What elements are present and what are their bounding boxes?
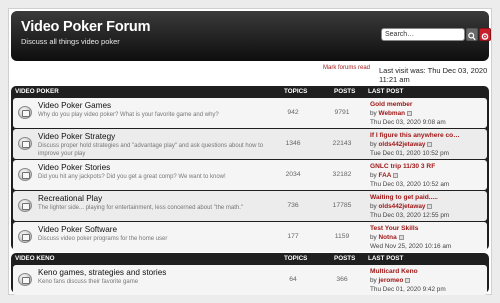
forum-description: Keno fans discuss their favorite game xyxy=(38,279,139,285)
last-post-date: Thu Dec 03, 2020 10:52 am xyxy=(370,181,450,188)
column-last-post: LAST POST xyxy=(368,88,404,95)
site-header: Video Poker Forum Discuss all things vid… xyxy=(11,11,491,61)
last-post-author: by olds442jetaway xyxy=(370,141,433,148)
section-title[interactable]: VIDEO KENO xyxy=(15,255,55,262)
forum-description: Discuss proper hold strategies and "adva… xyxy=(38,143,264,157)
site-title[interactable]: Video Poker Forum xyxy=(21,19,150,35)
section-header: VIDEO KENO TOPICS POSTS LAST POST xyxy=(11,253,489,264)
posts-count: 32182 xyxy=(332,171,352,178)
search-icon xyxy=(468,32,476,41)
forum-title-link[interactable]: Video Poker Games xyxy=(38,101,111,110)
forum-title-link[interactable]: Video Poker Software xyxy=(38,225,117,234)
last-post-user-link[interactable]: olds442jetaway xyxy=(379,141,426,148)
mark-forums-read-link[interactable]: Mark forums read xyxy=(323,65,370,71)
last-post-user-link[interactable]: FAA xyxy=(379,172,392,179)
posts-count: 17785 xyxy=(332,202,352,209)
last-post-author: by FAA xyxy=(370,172,399,179)
goto-last-post-icon[interactable] xyxy=(427,203,433,209)
last-post-user-link[interactable]: Webman xyxy=(379,110,406,117)
section-title[interactable]: VIDEO POKER xyxy=(15,88,59,95)
forum-row: Recreational Play The lighter side... pl… xyxy=(13,191,487,221)
topics-count: 64 xyxy=(289,276,297,283)
last-post-title-link[interactable]: Multicard Keno xyxy=(370,268,418,275)
gear-icon xyxy=(481,33,489,40)
last-post-date: Thu Dec 03, 2020 9:08 am xyxy=(370,119,446,126)
last-post-title-link[interactable]: Test Your Skills xyxy=(370,225,418,232)
by-label: by xyxy=(370,110,377,117)
page: Video Poker Forum Discuss all things vid… xyxy=(8,8,492,295)
forum-read-icon xyxy=(18,106,32,119)
goto-last-post-icon[interactable] xyxy=(398,234,404,240)
forum-row: Video Poker Stories Did you hit any jack… xyxy=(13,160,487,190)
forum-description: Discuss video poker programs for the hom… xyxy=(38,236,168,242)
posts-count: 9791 xyxy=(334,109,350,116)
goto-last-post-icon[interactable] xyxy=(405,277,411,283)
forum-title-link[interactable]: Video Poker Strategy xyxy=(38,132,115,141)
last-post-author: by Webman xyxy=(370,110,413,117)
search-button[interactable] xyxy=(466,28,478,41)
last-post-date: Tue Dec 01, 2020 10:52 pm xyxy=(370,150,449,157)
forum-title-link[interactable]: Keno games, strategies and stories xyxy=(38,268,166,277)
last-post-title-link[interactable]: Gold member xyxy=(370,101,413,108)
by-label: by xyxy=(370,141,377,148)
last-post-title-link[interactable]: If I figure this anywhere co… xyxy=(370,132,460,139)
search-input[interactable]: Search… xyxy=(381,28,465,41)
forum-section-video-poker: VIDEO POKER TOPICS POSTS LAST POST Video… xyxy=(11,86,489,252)
last-visit-text: Last visit was: Thu Dec 03, 2020 11:21 a… xyxy=(379,66,488,84)
forum-description: Did you hit any jackpots? Did you get a … xyxy=(38,174,226,180)
last-post-date: Wed Nov 25, 2020 10:16 am xyxy=(370,243,452,250)
forum-section-video-keno: VIDEO KENO TOPICS POSTS LAST POST Keno g… xyxy=(11,253,489,295)
goto-last-post-icon[interactable] xyxy=(393,172,399,178)
goto-last-post-icon[interactable] xyxy=(407,110,413,116)
column-topics: TOPICS xyxy=(284,255,308,262)
forum-title-link[interactable]: Recreational Play xyxy=(38,194,102,203)
column-topics: TOPICS xyxy=(284,88,308,95)
posts-count: 1159 xyxy=(334,233,350,240)
section-header: VIDEO POKER TOPICS POSTS LAST POST xyxy=(11,86,489,97)
by-label: by xyxy=(370,203,377,210)
posts-count: 22143 xyxy=(332,140,352,147)
last-post-date: Thu Dec 03, 2020 12:55 pm xyxy=(370,212,450,219)
column-posts: POSTS xyxy=(334,88,356,95)
column-last-post: LAST POST xyxy=(368,255,404,262)
goto-last-post-icon[interactable] xyxy=(427,141,433,147)
posts-count: 366 xyxy=(336,276,348,283)
last-post-title-link[interactable]: GNLC trip 11/30 3 RF xyxy=(370,163,435,170)
column-posts: POSTS xyxy=(334,255,356,262)
last-post-author: by jeromeo xyxy=(370,277,411,284)
forum-row: Video Poker Games Why do you play video … xyxy=(13,98,487,128)
by-label: by xyxy=(370,172,377,179)
forum-read-icon xyxy=(18,273,32,286)
forum-read-icon xyxy=(18,168,32,181)
by-label: by xyxy=(370,277,377,284)
last-post-author: by olds442jetaway xyxy=(370,203,433,210)
forum-title-link[interactable]: Video Poker Stories xyxy=(38,163,110,172)
forum-row: Video Poker Strategy Discuss proper hold… xyxy=(13,129,487,159)
advanced-search-button[interactable] xyxy=(479,28,491,41)
forum-description: Why do you play video poker? What is you… xyxy=(38,112,219,118)
topics-count: 942 xyxy=(287,109,299,116)
last-post-user-link[interactable]: olds442jetaway xyxy=(379,203,426,210)
forum-read-icon xyxy=(18,137,32,150)
forum-row: Keno games, strategies and stories Keno … xyxy=(13,265,487,295)
topics-count: 736 xyxy=(287,202,299,209)
forum-description: The lighter side... playing for entertai… xyxy=(38,205,244,211)
by-label: by xyxy=(370,234,377,241)
forum-row: Video Poker Software Discuss video poker… xyxy=(13,222,487,252)
topics-count: 2034 xyxy=(285,171,301,178)
forum-read-icon xyxy=(18,230,32,243)
last-post-title-link[interactable]: Waiting to get paid..... xyxy=(370,194,438,201)
last-post-user-link[interactable]: jeromeo xyxy=(379,277,404,284)
last-post-date: Thu Dec 01, 2020 9:42 pm xyxy=(370,286,446,293)
forum-read-icon xyxy=(18,199,32,212)
topics-count: 1346 xyxy=(285,140,301,147)
site-description: Discuss all things video poker xyxy=(21,37,120,46)
topics-count: 177 xyxy=(287,233,299,240)
last-post-user-link[interactable]: Notna xyxy=(379,234,397,241)
last-post-author: by Notna xyxy=(370,234,404,241)
